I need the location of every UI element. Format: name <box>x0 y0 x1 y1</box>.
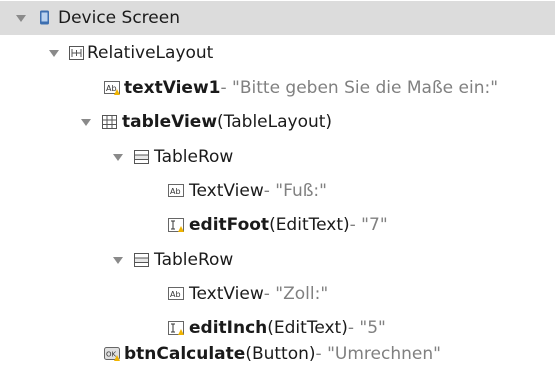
tree-node-textview1[interactable]: Ab textView1 - "Bitte geben Sie die Maße… <box>0 71 555 105</box>
table-layout-icon <box>102 115 117 130</box>
component-tree: Device Screen RelativeLayout Ab textView… <box>0 0 555 371</box>
tree-node-label: TableRow <box>154 147 234 167</box>
component-id: textView1 <box>124 78 221 98</box>
tree-node-label: TableRow <box>154 250 234 270</box>
tree-node-relative-layout[interactable]: RelativeLayout <box>0 36 555 70</box>
tree-node-editfoot[interactable]: editFoot (EditText) - "7" <box>0 208 555 242</box>
textview-icon: Ab <box>104 81 120 96</box>
svg-text:Ab: Ab <box>170 290 181 299</box>
component-type: (TableLayout) <box>217 112 333 132</box>
component-type: (EditText) <box>269 215 350 235</box>
expand-arrow-icon[interactable] <box>16 15 26 22</box>
component-type: (EditText) <box>267 318 348 338</box>
tree-node-textview[interactable]: Ab TextView - "Zoll:" <box>0 277 555 311</box>
tree-node-tablerow[interactable]: TableRow <box>0 140 555 174</box>
expand-arrow-icon[interactable] <box>49 50 59 57</box>
textview-icon: Ab <box>168 287 184 302</box>
component-id: tableView <box>122 112 218 132</box>
table-row-icon <box>134 253 149 268</box>
tree-node-label: Device Screen <box>58 8 180 28</box>
tree-node-tableview[interactable]: tableView (TableLayout) <box>0 105 555 139</box>
expand-arrow-icon[interactable] <box>81 119 91 126</box>
device-icon <box>37 10 52 25</box>
component-text-value: - "Zoll:" <box>263 284 329 304</box>
expand-arrow-icon[interactable] <box>113 154 123 161</box>
button-icon: OK <box>104 347 120 362</box>
tree-node-textview[interactable]: Ab TextView - "Fuß:" <box>0 174 555 208</box>
component-id: editInch <box>189 318 268 338</box>
svg-text:Ab: Ab <box>170 187 181 196</box>
component-type: (Button) <box>245 344 316 364</box>
component-text-value: - "Umrechnen" <box>315 344 441 364</box>
edittext-icon <box>168 218 184 233</box>
svg-text:OK: OK <box>106 351 117 359</box>
component-text-value: - "Bitte geben Sie die Maße ein:" <box>220 78 499 98</box>
component-type: TextView <box>189 284 264 304</box>
component-text-value: - "5" <box>347 318 386 338</box>
tree-node-device-screen[interactable]: Device Screen <box>0 1 555 35</box>
tree-node-btncalculate[interactable]: OK btnCalculate (Button) - "Umrechnen" <box>0 337 555 371</box>
component-text-value: - "Fuß:" <box>263 181 327 201</box>
component-id: editFoot <box>189 215 270 235</box>
textview-icon: Ab <box>168 184 184 199</box>
component-text-value: - "7" <box>349 215 388 235</box>
component-type: TextView <box>189 181 264 201</box>
tree-node-label: RelativeLayout <box>87 43 214 63</box>
relative-layout-icon <box>69 46 84 61</box>
component-id: btnCalculate <box>124 344 246 364</box>
table-row-icon <box>134 150 149 165</box>
edittext-icon <box>168 321 184 336</box>
svg-text:Ab: Ab <box>106 84 117 93</box>
expand-arrow-icon[interactable] <box>113 257 123 264</box>
tree-node-tablerow[interactable]: TableRow <box>0 243 555 277</box>
